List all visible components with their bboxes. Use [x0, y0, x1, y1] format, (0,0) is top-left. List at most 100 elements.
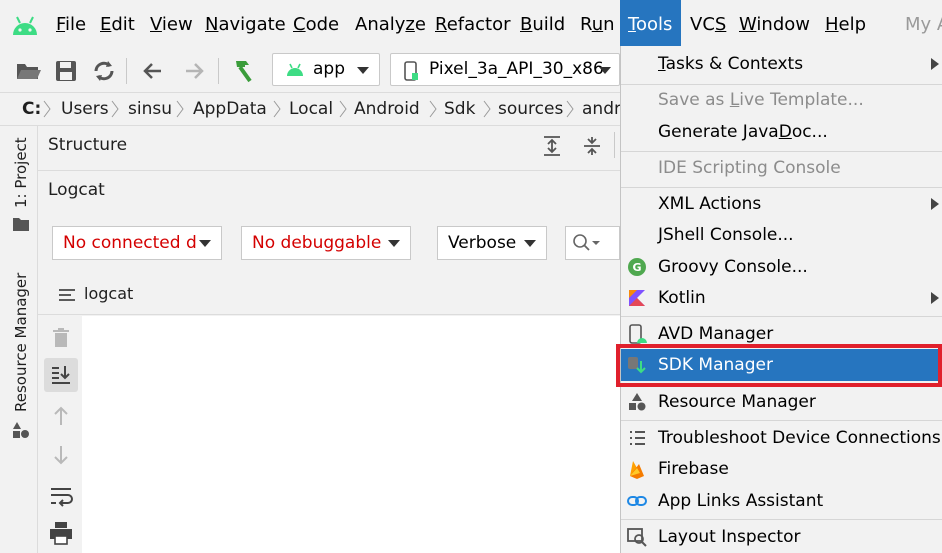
menu-item-label: Layout Inspector [658, 527, 801, 547]
menu-item-label: App Links Assistant [658, 491, 824, 511]
arrow-down-icon[interactable] [46, 440, 76, 470]
layout-inspector-icon [627, 528, 647, 547]
menu-bar: File Edit View Navigate Code Analyze Ref… [0, 0, 942, 50]
menu-analyze[interactable]: Analyze [355, 0, 426, 50]
panel-divider [38, 314, 620, 315]
list-lines-icon [59, 289, 75, 301]
soft-wrap-icon[interactable] [46, 481, 76, 511]
collapse-all-icon[interactable] [580, 134, 604, 158]
sync-icon[interactable] [90, 57, 118, 85]
scroll-to-end-toggle[interactable] [44, 358, 78, 392]
search-icon [573, 234, 600, 251]
firebase-icon [630, 461, 644, 479]
logcat-output[interactable] [82, 316, 620, 553]
chevron-down-icon [599, 67, 611, 74]
logcat-panel-title: Logcat [48, 180, 105, 200]
chevron-right-icon [566, 100, 574, 118]
run-config-label: app [313, 59, 345, 79]
expand-all-icon[interactable] [540, 134, 564, 158]
breadcrumb-item[interactable]: sources [498, 93, 563, 125]
chevron-right-icon [176, 100, 184, 118]
log-search-input[interactable] [565, 226, 620, 260]
menu-item-label: Tasks & Contexts [658, 54, 804, 74]
shapes-icon[interactable] [11, 421, 31, 439]
project-tab[interactable]: 1: Project [12, 137, 30, 208]
menu-item-layout-inspector[interactable]: Layout Inspector [621, 521, 942, 553]
chevron-right-icon [339, 100, 347, 118]
menu-file[interactable]: File [56, 0, 86, 50]
chevron-right-icon [429, 100, 437, 118]
breadcrumb-item[interactable]: Android [354, 93, 420, 125]
menu-refactor[interactable]: Refactor [435, 0, 511, 50]
menu-item-firebase[interactable]: Firebase [621, 453, 942, 485]
project-title: My A [905, 14, 942, 35]
link-icon [627, 496, 647, 506]
logcat-tab[interactable]: logcat [84, 284, 133, 303]
print-icon[interactable] [46, 518, 76, 548]
menu-code[interactable]: Code [293, 0, 339, 50]
breadcrumb-item[interactable]: C: [22, 93, 41, 125]
phone-icon [404, 61, 418, 81]
breadcrumb-item[interactable]: AppData [193, 93, 267, 125]
menu-separator [621, 420, 942, 421]
menu-tools[interactable]: Tools [620, 0, 681, 50]
menu-edit[interactable]: Edit [100, 0, 135, 50]
device-filter-dropdown[interactable]: No connected d [52, 226, 222, 260]
menu-separator [621, 519, 942, 520]
arrow-up-icon[interactable] [46, 401, 76, 431]
menu-item-save-live-template: Save as Live Template... [621, 84, 942, 116]
menu-item-troubleshoot-device-connections[interactable]: Troubleshoot Device Connections [621, 422, 942, 454]
forward-arrow-icon[interactable] [180, 57, 208, 85]
breadcrumb-item[interactable]: andr [582, 93, 620, 125]
toolbar-separator [614, 132, 615, 158]
list-icon [630, 431, 645, 445]
build-hammer-icon[interactable] [228, 57, 256, 85]
log-level-dropdown[interactable]: Verbose [437, 226, 547, 260]
menu-item-resource-manager[interactable]: Resource Manager [621, 386, 942, 418]
submenu-arrow-icon [931, 292, 939, 304]
menu-view[interactable]: View [150, 0, 193, 50]
breadcrumb-item[interactable]: sinsu [128, 93, 172, 125]
save-icon[interactable] [52, 57, 80, 85]
open-folder-icon[interactable] [14, 57, 42, 85]
menu-item-xml-actions[interactable]: XML Actions [621, 188, 942, 220]
menu-item-label: Generate JavaDoc... [658, 122, 828, 142]
device-filter-label: No connected d [63, 233, 197, 253]
toolbar: app Pixel_3a_API_30_x86 [0, 50, 620, 92]
menu-build[interactable]: Build [520, 0, 565, 50]
log-level-label: Verbose [448, 233, 517, 253]
trash-icon[interactable] [46, 323, 76, 353]
menu-item-groovy-console[interactable]: G Groovy Console... [621, 251, 942, 283]
menu-navigate[interactable]: Navigate [205, 0, 286, 50]
toolbar-separator [218, 58, 219, 84]
menu-window[interactable]: Window [739, 0, 810, 50]
panel-divider [38, 170, 620, 171]
menu-item-label: Resource Manager [658, 392, 816, 412]
menu-item-label: Firebase [658, 459, 729, 479]
menu-item-label: Save as Live Template... [658, 90, 864, 110]
chevron-down-icon [357, 67, 369, 74]
menu-item-kotlin[interactable]: Kotlin [621, 282, 942, 314]
chevron-down-icon [524, 240, 536, 247]
menu-vcs[interactable]: VCS [690, 0, 726, 50]
run-config-dropdown[interactable]: app [272, 53, 380, 86]
menu-help[interactable]: Help [825, 0, 866, 50]
scroll-to-end-icon [52, 366, 70, 384]
breadcrumb-item[interactable]: Sdk [444, 93, 475, 125]
menu-item-app-links-assistant[interactable]: App Links Assistant [621, 485, 942, 517]
breadcrumb-item[interactable]: Local [289, 93, 333, 125]
menu-item-tasks-contexts[interactable]: Tasks & Contexts [621, 48, 942, 80]
device-dropdown[interactable]: Pixel_3a_API_30_x86 [390, 53, 620, 86]
android-icon [287, 63, 303, 76]
folder-icon[interactable] [12, 216, 30, 232]
process-filter-dropdown[interactable]: No debuggable [241, 226, 411, 260]
resource-manager-tab[interactable]: Resource Manager [12, 273, 30, 412]
menu-item-jshell-console[interactable]: JShell Console... [621, 219, 942, 251]
menu-run[interactable]: Run [580, 0, 615, 50]
menu-item-label: Kotlin [658, 288, 706, 308]
structure-panel-title: Structure [48, 135, 128, 155]
menu-item-generate-javadoc[interactable]: Generate JavaDoc... [621, 116, 942, 148]
back-arrow-icon[interactable] [139, 57, 167, 85]
breadcrumb-item[interactable]: Users [61, 93, 109, 125]
shapes-icon [629, 393, 646, 411]
